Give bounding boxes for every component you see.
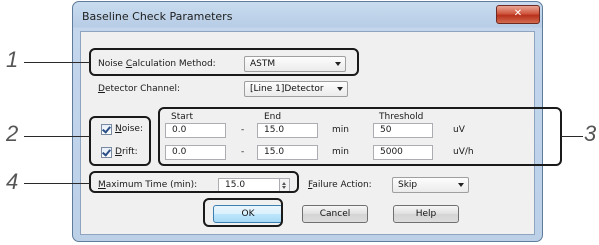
callout-1-leader: [24, 62, 90, 63]
chevron-down-icon: [337, 87, 343, 91]
ok-button-callout-outline: [203, 198, 283, 227]
callout-3-outline: [158, 107, 562, 166]
callout-1-number: 1: [6, 47, 19, 72]
callout-2-number: 2: [6, 121, 19, 146]
detector-channel-value: [Line 1]Detector: [250, 84, 324, 94]
close-button[interactable]: ✕: [496, 5, 540, 24]
dialog-title: Baseline Check Parameters: [82, 10, 233, 23]
callout-2-outline: [89, 116, 151, 166]
callout-3-leader: [561, 136, 583, 137]
callout-1-outline: [89, 48, 359, 76]
chevron-down-icon: [458, 183, 464, 187]
help-button[interactable]: Help: [393, 205, 459, 223]
callout-2-leader: [24, 136, 90, 137]
failure-action-select[interactable]: Skip: [392, 177, 469, 193]
detector-channel-select[interactable]: [Line 1]Detector: [244, 81, 348, 97]
screenshot-stage: Baseline Check Parameters ✕ Noise Calcul…: [0, 0, 599, 245]
callout-4-leader: [24, 183, 90, 184]
failure-action-label: Failure Action:: [308, 180, 372, 190]
callout-4-outline: [89, 171, 299, 193]
detector-channel-label: Detector Channel:: [98, 84, 181, 94]
callout-3-number: 3: [584, 121, 597, 146]
callout-4-number: 4: [6, 169, 19, 194]
failure-action-value: Skip: [398, 180, 418, 190]
cancel-button[interactable]: Cancel: [302, 205, 368, 223]
